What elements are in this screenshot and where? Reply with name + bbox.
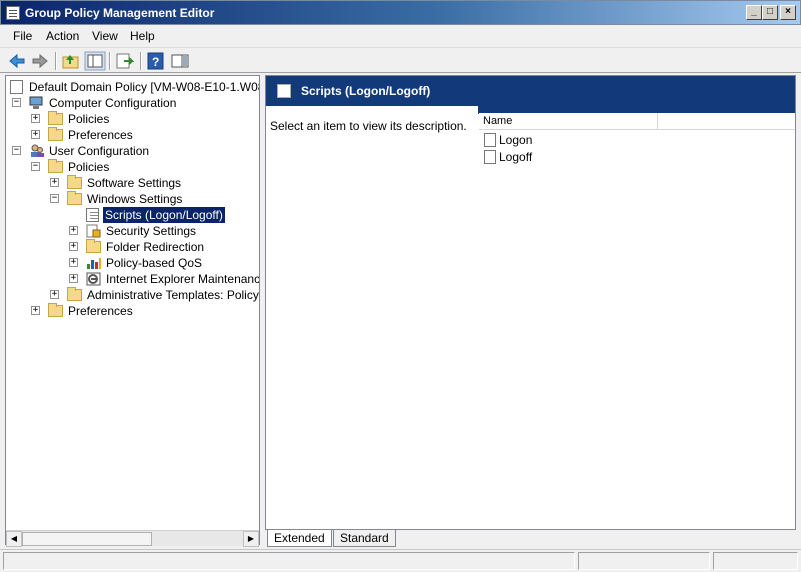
window-title: Group Policy Management Editor <box>25 6 215 20</box>
expand-icon[interactable]: + <box>69 242 78 251</box>
show-hide-tree-icon[interactable] <box>84 51 106 71</box>
menu-action[interactable]: Action <box>46 29 79 43</box>
folder-icon <box>48 303 63 317</box>
maximize-button[interactable]: □ <box>762 5 778 20</box>
column-name-header[interactable]: Name <box>479 113 658 130</box>
security-icon <box>86 224 102 238</box>
details-pane: Scripts (Logon/Logoff) Select an item to… <box>265 75 796 530</box>
collapse-icon[interactable]: − <box>12 146 21 155</box>
scroll-left-icon[interactable]: ◀ <box>6 531 22 547</box>
status-panel-3 <box>713 552 798 570</box>
menu-help[interactable]: Help <box>130 29 155 43</box>
menu-file[interactable]: File <box>13 29 32 43</box>
users-icon <box>29 144 45 158</box>
menu-view[interactable]: View <box>92 29 118 43</box>
tab-standard[interactable]: Standard <box>333 530 396 547</box>
expand-icon[interactable]: + <box>69 226 78 235</box>
script-icon <box>484 133 496 147</box>
expand-icon[interactable]: + <box>31 114 40 123</box>
collapse-icon[interactable]: − <box>12 98 21 107</box>
scroll-thumb[interactable] <box>22 532 152 546</box>
console-tree[interactable]: Default Domain Policy [VM-W08-E10-1.W08-… <box>5 75 260 545</box>
script-icon <box>484 150 496 164</box>
export-list-icon[interactable] <box>114 51 136 71</box>
expand-icon[interactable]: + <box>31 306 40 315</box>
status-panel-main <box>3 552 575 570</box>
folder-icon <box>67 287 82 301</box>
up-folder-icon[interactable] <box>60 51 82 71</box>
app-icon <box>6 6 20 20</box>
expand-icon[interactable]: + <box>69 258 78 267</box>
forward-arrow-icon[interactable] <box>29 51 51 71</box>
folder-icon <box>48 127 63 141</box>
horizontal-scrollbar[interactable]: ◀ ▶ <box>6 530 259 547</box>
status-bar <box>0 549 801 572</box>
status-panel-2 <box>578 552 710 570</box>
computer-icon <box>29 96 45 110</box>
close-button[interactable]: × <box>780 5 796 20</box>
chart-icon <box>86 256 102 270</box>
show-hide-action-pane-icon[interactable] <box>169 51 191 71</box>
title-bar: Group Policy Management Editor _ □ × <box>0 0 801 25</box>
script-icon <box>277 84 291 98</box>
menu-bar: File Action View Help <box>0 25 801 47</box>
collapse-icon[interactable]: − <box>31 162 40 171</box>
scroll-right-icon[interactable]: ▶ <box>243 531 259 547</box>
ie-icon <box>86 272 102 286</box>
expand-icon[interactable]: + <box>50 290 59 299</box>
details-header: Scripts (Logon/Logoff) <box>266 76 795 106</box>
folder-icon <box>48 111 63 125</box>
folder-icon <box>48 159 63 173</box>
view-tabs: Extended Standard <box>265 530 796 547</box>
folder-icon <box>67 191 82 205</box>
list-column-header: Name <box>479 113 795 130</box>
tab-extended[interactable]: Extended <box>267 530 332 547</box>
help-icon[interactable]: ? <box>145 51 167 71</box>
collapse-icon[interactable]: − <box>50 194 59 203</box>
back-arrow-icon[interactable] <box>6 51 28 71</box>
folder-icon <box>86 239 101 253</box>
svg-text:?: ? <box>152 55 159 69</box>
policy-doc-icon <box>10 80 23 94</box>
script-icon <box>86 208 99 222</box>
expand-icon[interactable]: + <box>31 130 40 139</box>
expand-icon[interactable]: + <box>69 274 78 283</box>
toolbar: ? <box>0 47 801 73</box>
expand-icon[interactable]: + <box>50 178 59 187</box>
details-title: Scripts (Logon/Logoff) <box>301 84 431 98</box>
description-text: Select an item to view its description. <box>270 119 467 133</box>
minimize-button[interactable]: _ <box>746 5 762 20</box>
folder-icon <box>67 175 82 189</box>
